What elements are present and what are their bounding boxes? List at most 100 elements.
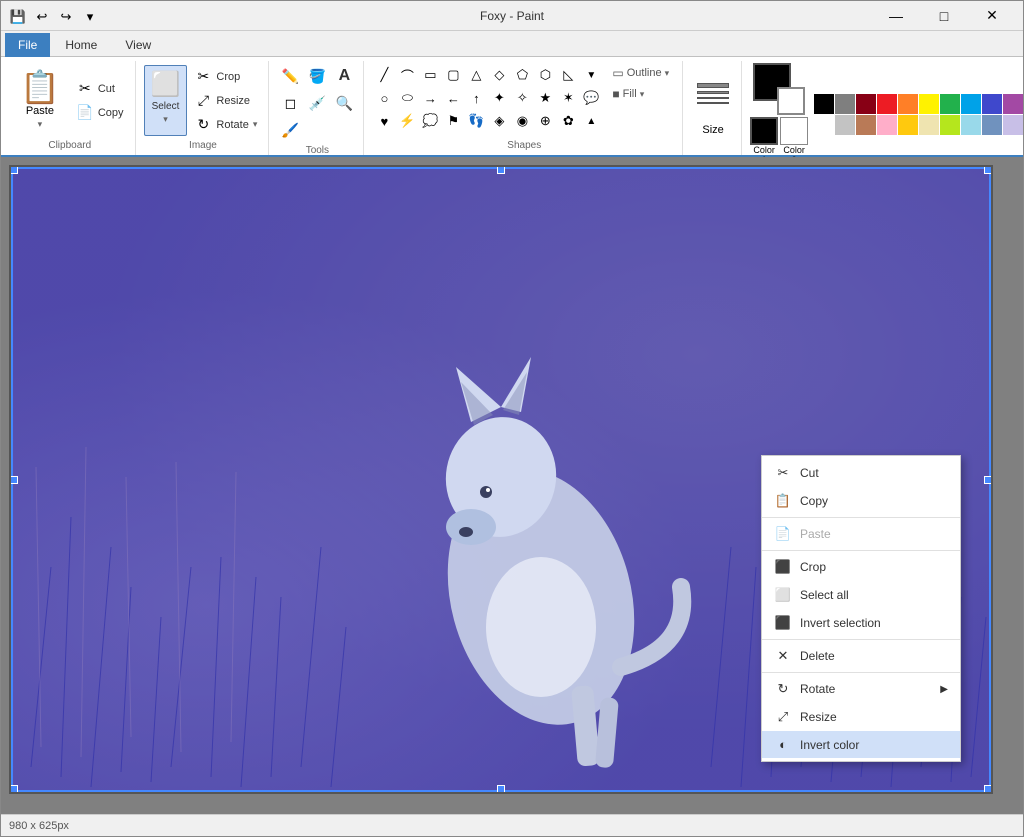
pencil-tool[interactable]: ✏️ bbox=[277, 63, 303, 89]
shape-oval[interactable]: ⬭ bbox=[395, 86, 419, 110]
shape-misc2[interactable]: ◉ bbox=[510, 109, 534, 133]
color-palette bbox=[814, 94, 1023, 135]
outline-button[interactable]: ▭ Outline ▾ bbox=[605, 63, 676, 83]
palette-swatch[interactable] bbox=[835, 115, 855, 135]
shape-misc1[interactable]: ◈ bbox=[487, 109, 511, 133]
select-button[interactable]: ⬜ Select ▾ bbox=[144, 65, 188, 136]
ctx-item-label: Cut bbox=[800, 466, 819, 480]
maximize-button[interactable]: □ bbox=[921, 1, 967, 31]
palette-swatch[interactable] bbox=[961, 115, 981, 135]
ribbon-tabs: File Home View bbox=[1, 31, 1023, 57]
palette-swatch[interactable] bbox=[856, 94, 876, 114]
ctx-item-crop[interactable]: ⬛Crop bbox=[762, 553, 960, 581]
shape-arrow-r[interactable]: → bbox=[418, 86, 442, 110]
palette-swatch[interactable] bbox=[877, 94, 897, 114]
shape-arrow-u[interactable]: ↑ bbox=[464, 86, 488, 110]
close-button[interactable]: ✕ bbox=[969, 1, 1015, 31]
palette-swatch[interactable] bbox=[835, 94, 855, 114]
fill-tool[interactable]: 🪣 bbox=[304, 63, 330, 89]
cut-button[interactable]: ✂ Cut bbox=[71, 77, 129, 100]
ctx-item-rotate[interactable]: ↻Rotate▶ bbox=[762, 675, 960, 703]
shape-lightning[interactable]: ⚡ bbox=[395, 109, 419, 133]
shape-star6[interactable]: ✶ bbox=[556, 86, 580, 110]
fill-button[interactable]: ■ Fill ▾ bbox=[605, 84, 676, 104]
ctx-item-invert-selection[interactable]: ⬛Invert selection bbox=[762, 609, 960, 637]
palette-swatch[interactable] bbox=[814, 115, 834, 135]
palette-swatch[interactable] bbox=[940, 115, 960, 135]
ctx-item-cut[interactable]: ✂Cut bbox=[762, 459, 960, 487]
tab-view[interactable]: View bbox=[112, 33, 164, 56]
shape-star4[interactable]: ✧ bbox=[510, 86, 534, 110]
shape-curve[interactable]: ⌒ bbox=[395, 63, 419, 87]
palette-swatch[interactable] bbox=[877, 115, 897, 135]
ctx-item-resize[interactable]: ⤢Resize bbox=[762, 703, 960, 731]
canvas-area[interactable]: ✂Cut📋Copy📄Paste⬛Crop⬜Select all⬛Invert s… bbox=[1, 157, 1023, 814]
ctx-item-select-all[interactable]: ⬜Select all bbox=[762, 581, 960, 609]
shape-scroll-up[interactable]: ▲ bbox=[579, 109, 603, 133]
resize-button[interactable]: ⤢ Resize bbox=[189, 89, 262, 112]
cut-label: Cut bbox=[98, 83, 115, 95]
magnifier-tool[interactable]: 🔍 bbox=[331, 90, 357, 116]
undo-button[interactable]: ↩ bbox=[31, 6, 53, 28]
shape-hexagon[interactable]: ⬡ bbox=[533, 63, 557, 87]
tab-file[interactable]: File bbox=[5, 33, 50, 57]
palette-swatch[interactable] bbox=[961, 94, 981, 114]
copy-button[interactable]: 📄 Copy bbox=[71, 101, 129, 124]
line-tool[interactable] bbox=[331, 117, 357, 143]
palette-swatch[interactable] bbox=[982, 115, 1002, 135]
shape-ellipse[interactable]: ○ bbox=[372, 86, 396, 110]
shape-heart[interactable]: ♥ bbox=[372, 109, 396, 133]
shape-right-tri[interactable]: ◺ bbox=[556, 63, 580, 87]
shape-triangle[interactable]: △ bbox=[464, 63, 488, 87]
rotate-button[interactable]: ↻ Rotate ▾ bbox=[189, 113, 262, 136]
tab-home[interactable]: Home bbox=[52, 33, 110, 56]
palette-swatch[interactable] bbox=[919, 115, 939, 135]
palette-swatch[interactable] bbox=[1003, 115, 1023, 135]
colorpicker-tool[interactable]: 💉 bbox=[304, 90, 330, 116]
shape-line[interactable]: ╱ bbox=[372, 63, 396, 87]
shape-misc3[interactable]: ⊕ bbox=[533, 109, 557, 133]
shape-4arrow[interactable]: ✦ bbox=[487, 86, 511, 110]
ctx-item-invert-color[interactable]: ◐Invert color bbox=[762, 731, 960, 758]
clipboard-buttons: 📋 Paste ▾ ✂ Cut 📄 Copy bbox=[11, 66, 129, 135]
text-tool[interactable]: A bbox=[331, 63, 357, 89]
shape-arrow-l[interactable]: ← bbox=[441, 86, 465, 110]
outline-fill-group: ▭ Outline ▾ ■ Fill ▾ bbox=[605, 63, 676, 104]
palette-swatch[interactable] bbox=[898, 94, 918, 114]
size-group: Size Size bbox=[685, 61, 742, 155]
shape-pentagon[interactable]: ⬠ bbox=[510, 63, 534, 87]
eraser-tool[interactable]: ◻ bbox=[277, 90, 303, 116]
spray-tool[interactable] bbox=[304, 117, 330, 143]
minimize-button[interactable]: — bbox=[873, 1, 919, 31]
palette-swatch[interactable] bbox=[982, 94, 1002, 114]
resize-label: Resize bbox=[216, 95, 250, 107]
ctx-item-delete[interactable]: ✕Delete bbox=[762, 642, 960, 670]
shape-rect[interactable]: ▭ bbox=[418, 63, 442, 87]
paste-button[interactable]: 📋 Paste ▾ bbox=[11, 66, 69, 135]
shape-flag[interactable]: ⚑ bbox=[441, 109, 465, 133]
palette-swatch[interactable] bbox=[814, 94, 834, 114]
palette-swatch[interactable] bbox=[1003, 94, 1023, 114]
shape-footprint[interactable]: 👣 bbox=[464, 109, 488, 133]
palette-swatch[interactable] bbox=[919, 94, 939, 114]
shape-callout2[interactable]: 💭 bbox=[418, 109, 442, 133]
ctx-item-copy[interactable]: 📋Copy bbox=[762, 487, 960, 515]
redo-button[interactable]: ↪ bbox=[55, 6, 77, 28]
size-button[interactable]: Size bbox=[691, 64, 735, 138]
shape-callout1[interactable]: 💬 bbox=[579, 86, 603, 110]
save-button[interactable]: 💾 bbox=[7, 6, 29, 28]
quick-access-dropdown[interactable]: ▾ bbox=[79, 6, 101, 28]
shape-misc4[interactable]: ✿ bbox=[556, 109, 580, 133]
palette-swatch[interactable] bbox=[940, 94, 960, 114]
shape-roundrect[interactable]: ▢ bbox=[441, 63, 465, 87]
palette-swatch[interactable] bbox=[856, 115, 876, 135]
shape-star5[interactable]: ★ bbox=[533, 86, 557, 110]
crop-button[interactable]: ✂ Crop bbox=[189, 65, 262, 88]
shape-diamond[interactable]: ◇ bbox=[487, 63, 511, 87]
canvas-image[interactable]: ✂Cut📋Copy📄Paste⬛Crop⬜Select all⬛Invert s… bbox=[11, 167, 991, 792]
shape-scroll-down[interactable]: ▼ bbox=[579, 63, 603, 87]
palette-swatch[interactable] bbox=[898, 115, 918, 135]
brush-tool[interactable]: 🖌️ bbox=[277, 117, 303, 143]
color2-swatch[interactable] bbox=[777, 87, 805, 115]
ctx-item-label: Invert selection bbox=[800, 616, 881, 630]
